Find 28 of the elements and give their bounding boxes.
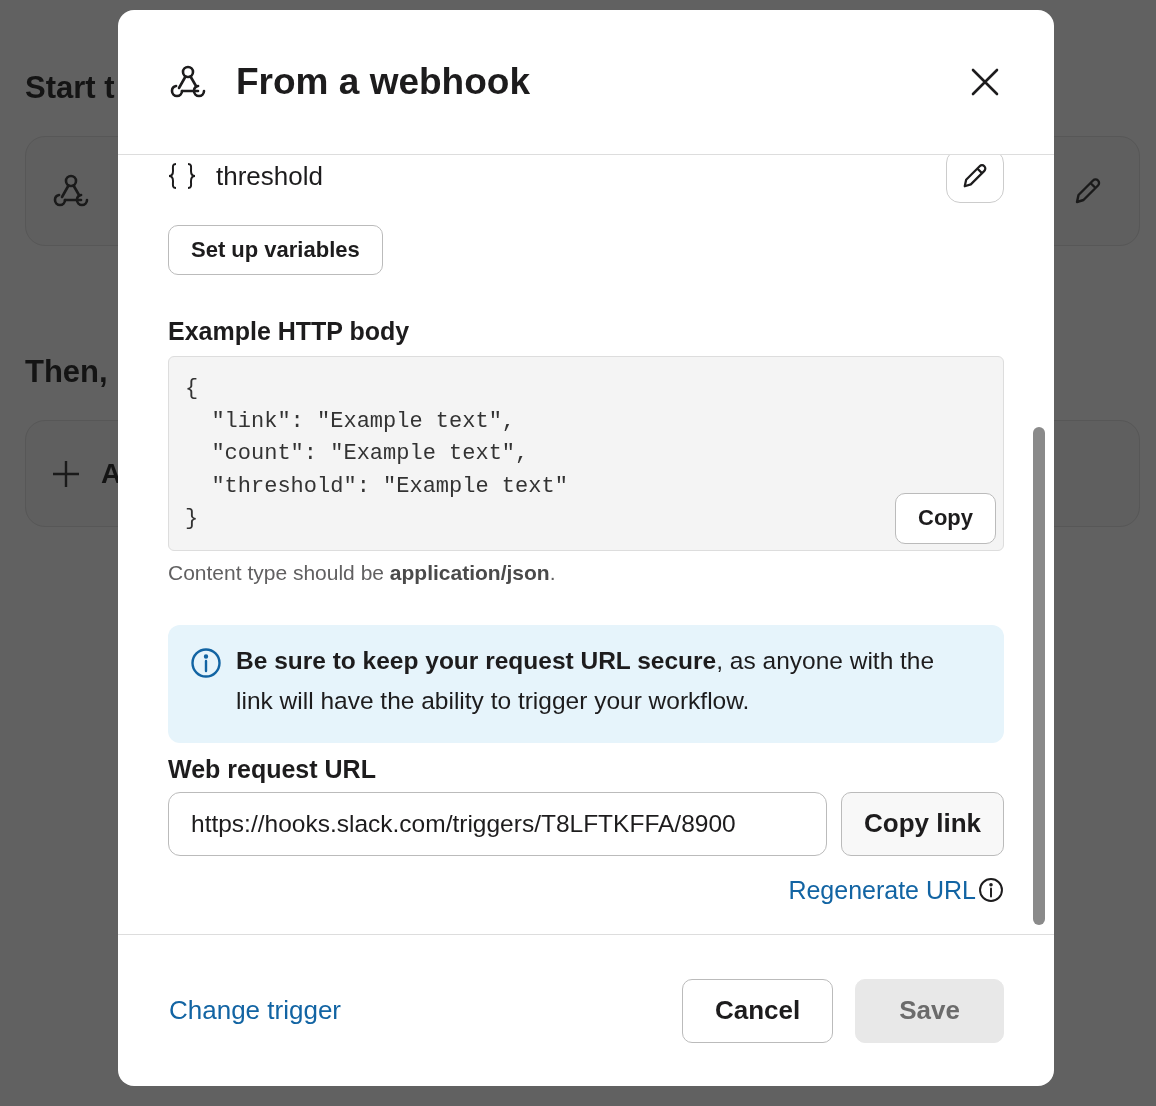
code-line: } — [185, 505, 199, 533]
info-icon — [978, 877, 1004, 903]
code-line: "link": "Example text", — [210, 407, 516, 436]
change-trigger-link[interactable]: Change trigger — [169, 995, 660, 1026]
variable-name: threshold — [216, 160, 323, 192]
edit-button[interactable] — [946, 155, 1004, 203]
code-line: "threshold": "Example text" — [210, 472, 568, 501]
code-line: "count": "Example text", — [210, 440, 529, 468]
pencil-icon — [1073, 176, 1103, 206]
regenerate-url-link[interactable]: Regenerate URL — [788, 875, 1004, 905]
copy-button[interactable]: Copy — [895, 492, 996, 544]
braces-icon — [168, 163, 196, 189]
set-up-variables-button[interactable]: Set up variables — [168, 225, 383, 275]
cancel-button[interactable]: Cancel — [682, 978, 834, 1043]
pencil-icon — [961, 162, 989, 190]
copy-link-button[interactable]: Copy link — [841, 791, 1004, 856]
info-icon — [190, 646, 222, 679]
section-label: Web request URL — [168, 754, 377, 784]
code-line: { — [185, 375, 199, 403]
url-field[interactable]: https://hooks.slack.com/triggers/T8LFTKFFA/8900 — [168, 791, 827, 856]
section-label: Example HTTP body — [168, 317, 411, 346]
scrollbar[interactable] — [1033, 427, 1045, 925]
hint-text: Content type should be application/json. — [168, 560, 557, 585]
dialog-title: From a webhook — [236, 61, 531, 103]
section-heading: Then, — [25, 354, 108, 390]
plus-icon — [51, 458, 81, 489]
section-heading: Start t — [25, 70, 115, 106]
notice-text: Be sure to keep your request URL secure, as anyone with the link will have the ability to trigger your workflow. — [236, 645, 936, 716]
